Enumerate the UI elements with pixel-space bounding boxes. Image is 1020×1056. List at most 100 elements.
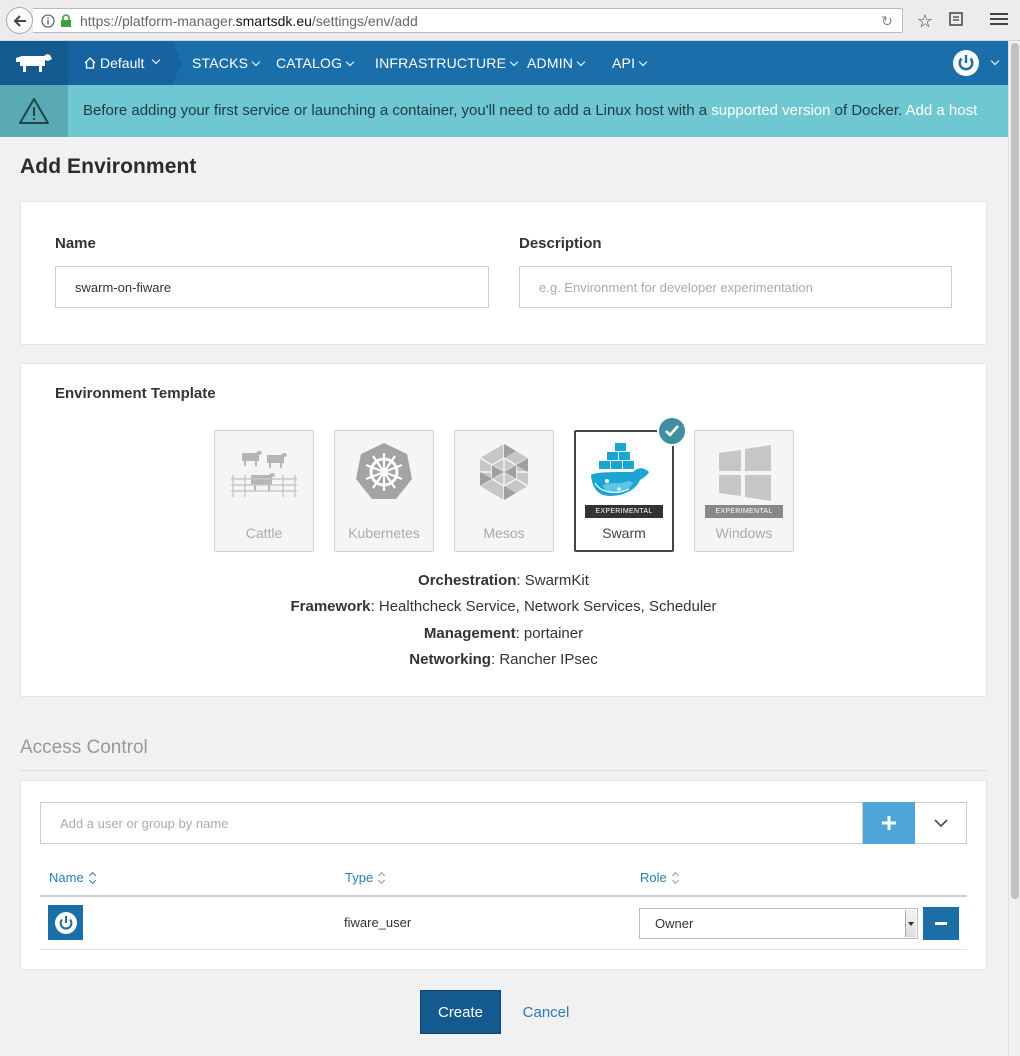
banner-text-mid: of Docker. xyxy=(830,102,906,119)
sort-icon xyxy=(671,871,679,884)
create-button[interactable]: Create xyxy=(420,990,501,1034)
nav-stacks[interactable]: STACKS xyxy=(192,41,261,85)
host-warning-banner: Before adding your first service or laun… xyxy=(0,85,1008,137)
chevron-down-icon xyxy=(345,57,355,67)
template-cattle[interactable]: Cattle xyxy=(214,430,314,552)
chevron-down-icon xyxy=(152,55,161,65)
chevron-down-icon xyxy=(576,57,586,67)
user-search-input[interactable]: Add a user or group by name xyxy=(40,802,863,844)
nav-catalog[interactable]: CATALOG xyxy=(276,41,355,85)
reload-icon[interactable]: ↻ xyxy=(878,12,896,30)
column-name-label: Name xyxy=(49,870,84,885)
page-scrollbar[interactable] xyxy=(1008,41,1020,1056)
table-header-divider xyxy=(40,895,967,897)
access-control-heading: Access Control xyxy=(20,737,148,758)
description-placeholder: e.g. Environment for developer experimen… xyxy=(539,279,813,295)
template-cattle-label: Cattle xyxy=(245,525,283,541)
plus-icon xyxy=(882,816,896,830)
rancher-logo[interactable] xyxy=(0,41,68,85)
cancel-button[interactable]: Cancel xyxy=(520,990,572,1034)
detail-orchestration-key: Orchestration xyxy=(418,572,517,589)
nav-admin-label: ADMIN xyxy=(527,55,574,71)
chevron-down-icon xyxy=(638,57,648,67)
experimental-badge: EXPERIMENTAL xyxy=(705,505,783,518)
add-user-button[interactable] xyxy=(863,802,915,844)
info-icon[interactable] xyxy=(41,13,55,28)
user-avatar-power-icon xyxy=(953,50,979,76)
banner-message: Before adding your first service or laun… xyxy=(83,85,977,137)
template-windows[interactable]: EXPERIMENTAL Windows xyxy=(694,430,794,552)
role-select-value: Owner xyxy=(655,916,694,931)
user-search-dropdown[interactable] xyxy=(915,802,967,844)
chevron-down-icon xyxy=(509,57,519,67)
nav-infrastructure[interactable]: INFRASTRUCTURE xyxy=(375,41,519,85)
power-icon xyxy=(54,911,77,934)
detail-networking-value: Rancher IPsec xyxy=(499,651,598,668)
add-host-link[interactable]: Add a host xyxy=(906,102,978,119)
select-arrow-icon xyxy=(905,910,916,937)
detail-framework: Framework: Healthcheck Service, Network … xyxy=(290,598,717,615)
lock-icon xyxy=(61,13,71,27)
nav-api-label: API xyxy=(612,55,636,71)
chevron-down-icon xyxy=(251,57,261,67)
bookmark-star-icon[interactable]: ☆ xyxy=(914,10,936,32)
sort-icon xyxy=(88,871,96,884)
detail-framework-key: Framework xyxy=(290,598,371,615)
nav-admin[interactable]: ADMIN xyxy=(527,41,586,85)
name-input-value: swarm-on-fiware xyxy=(75,279,172,295)
url-text: https://platform-manager.smartsdk.eu/set… xyxy=(80,13,418,29)
browser-toolbar: https://platform-manager.smartsdk.eu/set… xyxy=(0,0,1020,41)
url-bar[interactable]: https://platform-manager.smartsdk.eu/set… xyxy=(33,8,903,33)
url-prefix: https://platform-manager. xyxy=(80,12,236,29)
row-type: fiware_user xyxy=(344,915,412,930)
supported-version-link[interactable]: supported version xyxy=(711,102,830,119)
hamburger-menu-icon[interactable] xyxy=(988,10,1010,32)
detail-networking: Networking: Rancher IPsec xyxy=(409,651,598,668)
scrollbar-thumb[interactable] xyxy=(1011,43,1019,899)
warning-icon xyxy=(0,85,68,137)
chevron-down-icon xyxy=(990,56,1000,66)
arrow-left-icon xyxy=(13,14,26,27)
template-kubernetes-label: Kubernetes xyxy=(348,525,420,541)
reader-list-icon[interactable] xyxy=(945,10,967,32)
nav-api[interactable]: API xyxy=(612,41,648,85)
nav-infrastructure-label: INFRASTRUCTURE xyxy=(375,55,507,71)
windows-icon xyxy=(719,445,771,501)
detail-management: Management: portainer xyxy=(423,625,584,642)
description-input[interactable]: e.g. Environment for developer experimen… xyxy=(519,266,952,308)
role-select[interactable]: Owner xyxy=(639,908,918,939)
table-row-divider xyxy=(40,949,967,950)
back-button[interactable] xyxy=(6,7,33,34)
detail-framework-value: Healthcheck Service, Network Services, S… xyxy=(378,598,717,615)
url-path: /settings/env/add xyxy=(311,12,418,29)
column-name[interactable]: Name xyxy=(49,870,96,885)
name-label: Name xyxy=(55,235,96,252)
template-swarm[interactable]: EXPERIMENTAL Swarm xyxy=(574,430,674,552)
template-kubernetes[interactable]: Kubernetes xyxy=(334,430,434,552)
detail-management-key: Management xyxy=(423,625,516,642)
column-type-label: Type xyxy=(345,870,374,885)
banner-text-before: Before adding your first service or laun… xyxy=(83,102,712,119)
name-input[interactable]: swarm-on-fiware xyxy=(55,266,489,308)
nav-catalog-label: CATALOG xyxy=(276,55,343,71)
cow-logo-icon xyxy=(16,54,52,72)
user-search-placeholder: Add a user or group by name xyxy=(60,815,229,831)
cattle-icon xyxy=(231,451,297,497)
column-role[interactable]: Role xyxy=(640,870,679,885)
sort-icon xyxy=(378,871,386,884)
experimental-badge: EXPERIMENTAL xyxy=(585,505,663,518)
template-mesos[interactable]: Mesos xyxy=(454,430,554,552)
nav-stacks-label: STACKS xyxy=(192,55,249,71)
selected-check-icon xyxy=(657,416,687,446)
column-type[interactable]: Type xyxy=(345,870,386,885)
url-domain: smartsdk.eu xyxy=(235,12,312,29)
environment-switcher[interactable]: Default xyxy=(68,41,182,85)
template-windows-label: Windows xyxy=(715,525,773,541)
user-menu[interactable] xyxy=(953,41,1000,85)
template-swarm-label: Swarm xyxy=(602,525,646,541)
remove-member-button[interactable] xyxy=(923,907,959,940)
detail-orchestration: Orchestration: SwarmKit xyxy=(418,572,589,589)
kubernetes-icon xyxy=(356,443,412,499)
detail-management-value: portainer xyxy=(523,625,584,642)
template-mesos-label: Mesos xyxy=(483,525,525,541)
